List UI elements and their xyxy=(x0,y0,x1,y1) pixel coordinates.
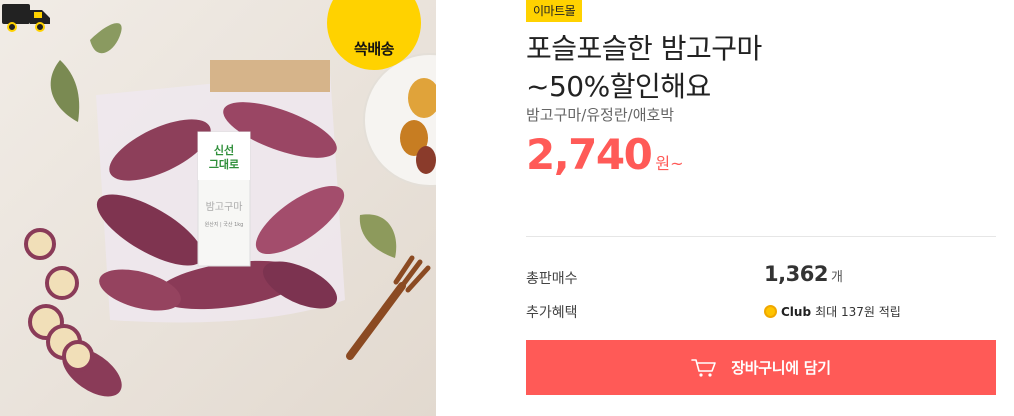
sold-count-number: 1,362 xyxy=(764,262,828,286)
price: 2,740 원~ xyxy=(526,130,684,182)
add-to-cart-label: 장바구니에 담기 xyxy=(731,359,831,377)
svg-text:신선: 신선 xyxy=(214,143,234,157)
svg-text:그대로: 그대로 xyxy=(209,157,239,171)
sold-count: 1,362 개 xyxy=(764,262,843,286)
benefit-info: Club 최대 137원 적립 xyxy=(764,303,901,320)
sold-count-label: 총판매수 xyxy=(526,271,578,287)
shopping-cart-icon xyxy=(691,358,717,377)
benefit-label: 추가혜택 xyxy=(526,305,578,321)
delivery-badge-label: 쓱배송 xyxy=(354,40,394,58)
package-origin: 원산지 | 국산 1kg xyxy=(205,221,244,228)
club-coin-icon xyxy=(764,305,777,318)
add-to-cart-button[interactable]: 장바구니에 담기 xyxy=(526,340,996,395)
benefit-text: 최대 137원 적립 xyxy=(815,305,901,319)
divider xyxy=(526,236,996,237)
product-subtitle: 밤고구마/유정란/애호박 xyxy=(526,106,675,124)
product-title[interactable]: 포슬포슬한 밤고구마 ~50%할인해요 xyxy=(526,30,996,106)
sold-count-unit: 개 xyxy=(830,270,843,285)
product-title-line1: 포슬포슬한 밤고구마 xyxy=(526,32,762,65)
delivery-truck-icon xyxy=(2,4,50,32)
product-info: 이마트몰 포슬포슬한 밤고구마 ~50%할인해요 밤고구마/유정란/애호박 2,… xyxy=(526,0,996,416)
club-name: Club xyxy=(781,305,812,319)
product-title-line2: ~50%할인해요 xyxy=(526,70,711,103)
price-value: 2,740 xyxy=(526,130,653,179)
store-badge: 이마트몰 xyxy=(526,0,583,22)
product-image[interactable]: 신선 그대로 밤고구마 원산지 | 국산 1kg 쓱배송 xyxy=(0,0,436,416)
price-unit: 원~ xyxy=(655,154,684,173)
package-label: 밤고구마 xyxy=(206,201,243,213)
